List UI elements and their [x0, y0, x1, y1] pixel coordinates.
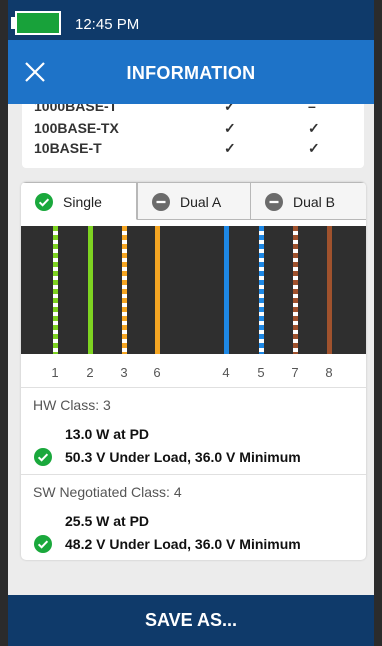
- app-bar: INFORMATION: [8, 40, 374, 104]
- wire-pin-6: [155, 226, 160, 354]
- sw-class-label: SW Negotiated Class: 4: [33, 484, 182, 500]
- tab-label: Single: [63, 194, 102, 210]
- speed-status-b: ✓: [308, 120, 320, 136]
- speed-support-card: 1000BASE-T ✓ – 100BASE-TX ✓ ✓ 10BASE-T ✓…: [22, 104, 364, 168]
- app-screen: 12:45 PM INFORMATION 1000BASE-T ✓ – 100B…: [8, 0, 374, 646]
- pin-label: 6: [153, 365, 161, 380]
- wire-pin-7: [293, 226, 298, 354]
- save-as-button[interactable]: SAVE AS...: [8, 595, 374, 646]
- check-circle-icon: [34, 448, 52, 466]
- status-bar: 12:45 PM: [8, 0, 374, 40]
- sw-voltage: 48.2 V Under Load, 36.0 V Minimum: [65, 536, 301, 552]
- speed-row: 1000BASE-T ✓ –: [34, 104, 354, 116]
- speed-status-a: ✓: [224, 120, 236, 136]
- speed-status-a: ✓: [224, 104, 236, 114]
- speed-label: 1000BASE-T: [34, 104, 118, 114]
- tab-label: Dual A: [180, 194, 222, 210]
- minus-circle-icon: [265, 193, 283, 211]
- wire-pin-5: [259, 226, 264, 354]
- pin-label: 3: [120, 365, 128, 380]
- divider: [21, 474, 366, 475]
- speed-label: 10BASE-T: [34, 140, 102, 156]
- wire-pin-1: [53, 226, 58, 354]
- wire-pin-4: [224, 226, 229, 354]
- pin-label: 1: [51, 365, 59, 380]
- wire-pin-2: [88, 226, 93, 354]
- speed-status-b: –: [308, 104, 316, 114]
- pin-label: 7: [291, 365, 299, 380]
- tab-dual-b[interactable]: Dual B: [250, 182, 366, 220]
- tab-single[interactable]: Single: [21, 182, 137, 220]
- poe-detail-card: Single Dual A Dual B 1 2 3 6 4 5 7 8 HW …: [21, 182, 366, 560]
- status-time: 12:45 PM: [75, 16, 140, 33]
- tab-label: Dual B: [293, 194, 336, 210]
- divider: [21, 387, 366, 388]
- check-circle-icon: [34, 535, 52, 553]
- minus-circle-icon: [152, 193, 170, 211]
- tab-dual-a[interactable]: Dual A: [137, 182, 251, 220]
- pin-label: 2: [86, 365, 94, 380]
- pin-label: 4: [222, 365, 230, 380]
- speed-row: 10BASE-T ✓ ✓: [34, 140, 354, 158]
- pin-label: 5: [257, 365, 265, 380]
- wire-pin-8: [327, 226, 332, 354]
- page-title: INFORMATION: [126, 63, 256, 83]
- hw-voltage: 50.3 V Under Load, 36.0 V Minimum: [65, 449, 301, 465]
- hw-class-label: HW Class: 3: [33, 397, 111, 413]
- speed-status-a: ✓: [224, 140, 236, 156]
- check-circle-icon: [35, 193, 53, 211]
- speed-row: 100BASE-TX ✓ ✓: [34, 120, 354, 138]
- speed-label: 100BASE-TX: [34, 120, 119, 136]
- pin-label: 8: [325, 365, 333, 380]
- cable-wire-diagram: [21, 226, 366, 354]
- hw-power: 13.0 W at PD: [65, 426, 150, 442]
- wire-pin-3: [122, 226, 127, 354]
- sw-power: 25.5 W at PD: [65, 513, 150, 529]
- speed-status-b: ✓: [308, 140, 320, 156]
- battery-icon: [15, 11, 61, 35]
